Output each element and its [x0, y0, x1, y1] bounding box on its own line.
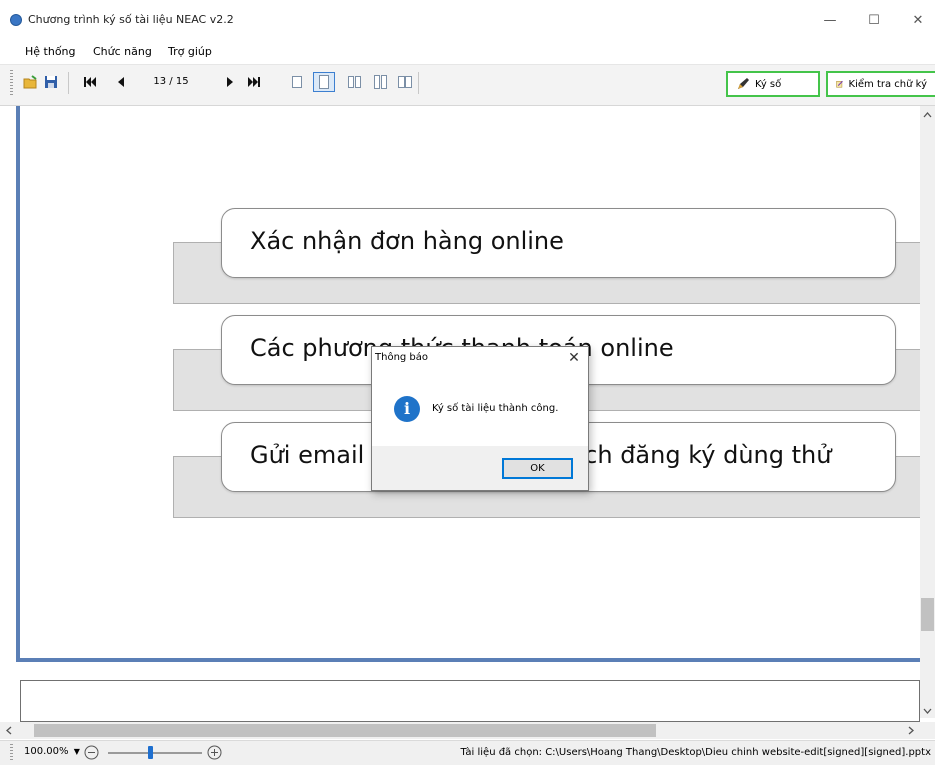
- scroll-down-icon[interactable]: [921, 704, 934, 718]
- next-page-icon[interactable]: [223, 72, 237, 92]
- zoom-slider-track[interactable]: [108, 752, 202, 754]
- verify-icon: [836, 80, 843, 88]
- menu-he-thong[interactable]: Hệ thống: [25, 45, 76, 58]
- horizontal-scroll-thumb[interactable]: [34, 724, 656, 737]
- toolbar-separator: [68, 72, 69, 94]
- scroll-right-icon[interactable]: [904, 724, 918, 737]
- sign-button[interactable]: Ký số: [726, 71, 820, 97]
- minimize-button[interactable]: —: [815, 10, 845, 32]
- vertical-scroll-thumb[interactable]: [921, 598, 934, 631]
- app-icon: [10, 14, 22, 26]
- next-page-preview: [20, 680, 920, 722]
- sign-button-label: Ký số: [755, 78, 782, 90]
- save-icon[interactable]: [42, 72, 60, 92]
- menu-tro-giup[interactable]: Trợ giúp: [168, 45, 212, 58]
- selected-document-path: Tài liệu đã chọn: C:\Users\Hoang Thang\D…: [460, 747, 931, 758]
- zoom-in-icon[interactable]: [207, 745, 222, 760]
- close-button[interactable]: ✕: [903, 10, 933, 32]
- continuous-view-icon[interactable]: [313, 72, 335, 92]
- window-title: Chương trình ký số tài liệu NEAC v2.2: [28, 13, 234, 26]
- page-frame-left: [16, 106, 20, 662]
- verify-signature-label: Kiểm tra chữ ký: [848, 78, 927, 90]
- dialog-title: Thông báo: [375, 352, 429, 363]
- scroll-up-icon[interactable]: [921, 108, 934, 122]
- scroll-left-icon[interactable]: [2, 724, 16, 737]
- open-icon[interactable]: [22, 72, 40, 92]
- book-view-icon[interactable]: [396, 72, 414, 92]
- prev-page-icon[interactable]: [114, 72, 128, 92]
- menu-chuc-nang[interactable]: Chức năng: [93, 45, 152, 58]
- facing-continuous-icon[interactable]: [371, 72, 389, 92]
- single-page-view-icon[interactable]: [289, 72, 305, 92]
- last-page-icon[interactable]: [246, 72, 262, 92]
- chevron-down-icon: ▼: [73, 747, 80, 756]
- zoom-slider-thumb[interactable]: [147, 746, 153, 759]
- facing-view-icon[interactable]: [345, 72, 363, 92]
- maximize-button[interactable]: ☐: [859, 10, 889, 32]
- status-grip: [10, 744, 13, 762]
- toolbar-separator: [418, 72, 419, 94]
- ok-button[interactable]: OK: [502, 458, 573, 479]
- zoom-dropdown[interactable]: 100.00% ▼: [24, 746, 80, 757]
- verify-signature-button[interactable]: Kiểm tra chữ ký: [826, 71, 935, 97]
- zoom-out-icon[interactable]: [84, 745, 99, 760]
- zoom-value: 100.00%: [24, 746, 69, 757]
- info-icon: i: [394, 396, 420, 422]
- toolbar-grip: [10, 70, 13, 96]
- dialog-message: Ký số tài liệu thành công.: [432, 403, 559, 414]
- first-page-icon[interactable]: [82, 72, 98, 92]
- page-indicator[interactable]: 13 / 15: [136, 72, 206, 92]
- dialog-close-icon[interactable]: ✕: [563, 347, 585, 369]
- page-frame-bottom: [16, 658, 920, 662]
- pen-icon: [738, 78, 749, 89]
- slide-item-1-text: Xác nhận đơn hàng online: [250, 227, 564, 255]
